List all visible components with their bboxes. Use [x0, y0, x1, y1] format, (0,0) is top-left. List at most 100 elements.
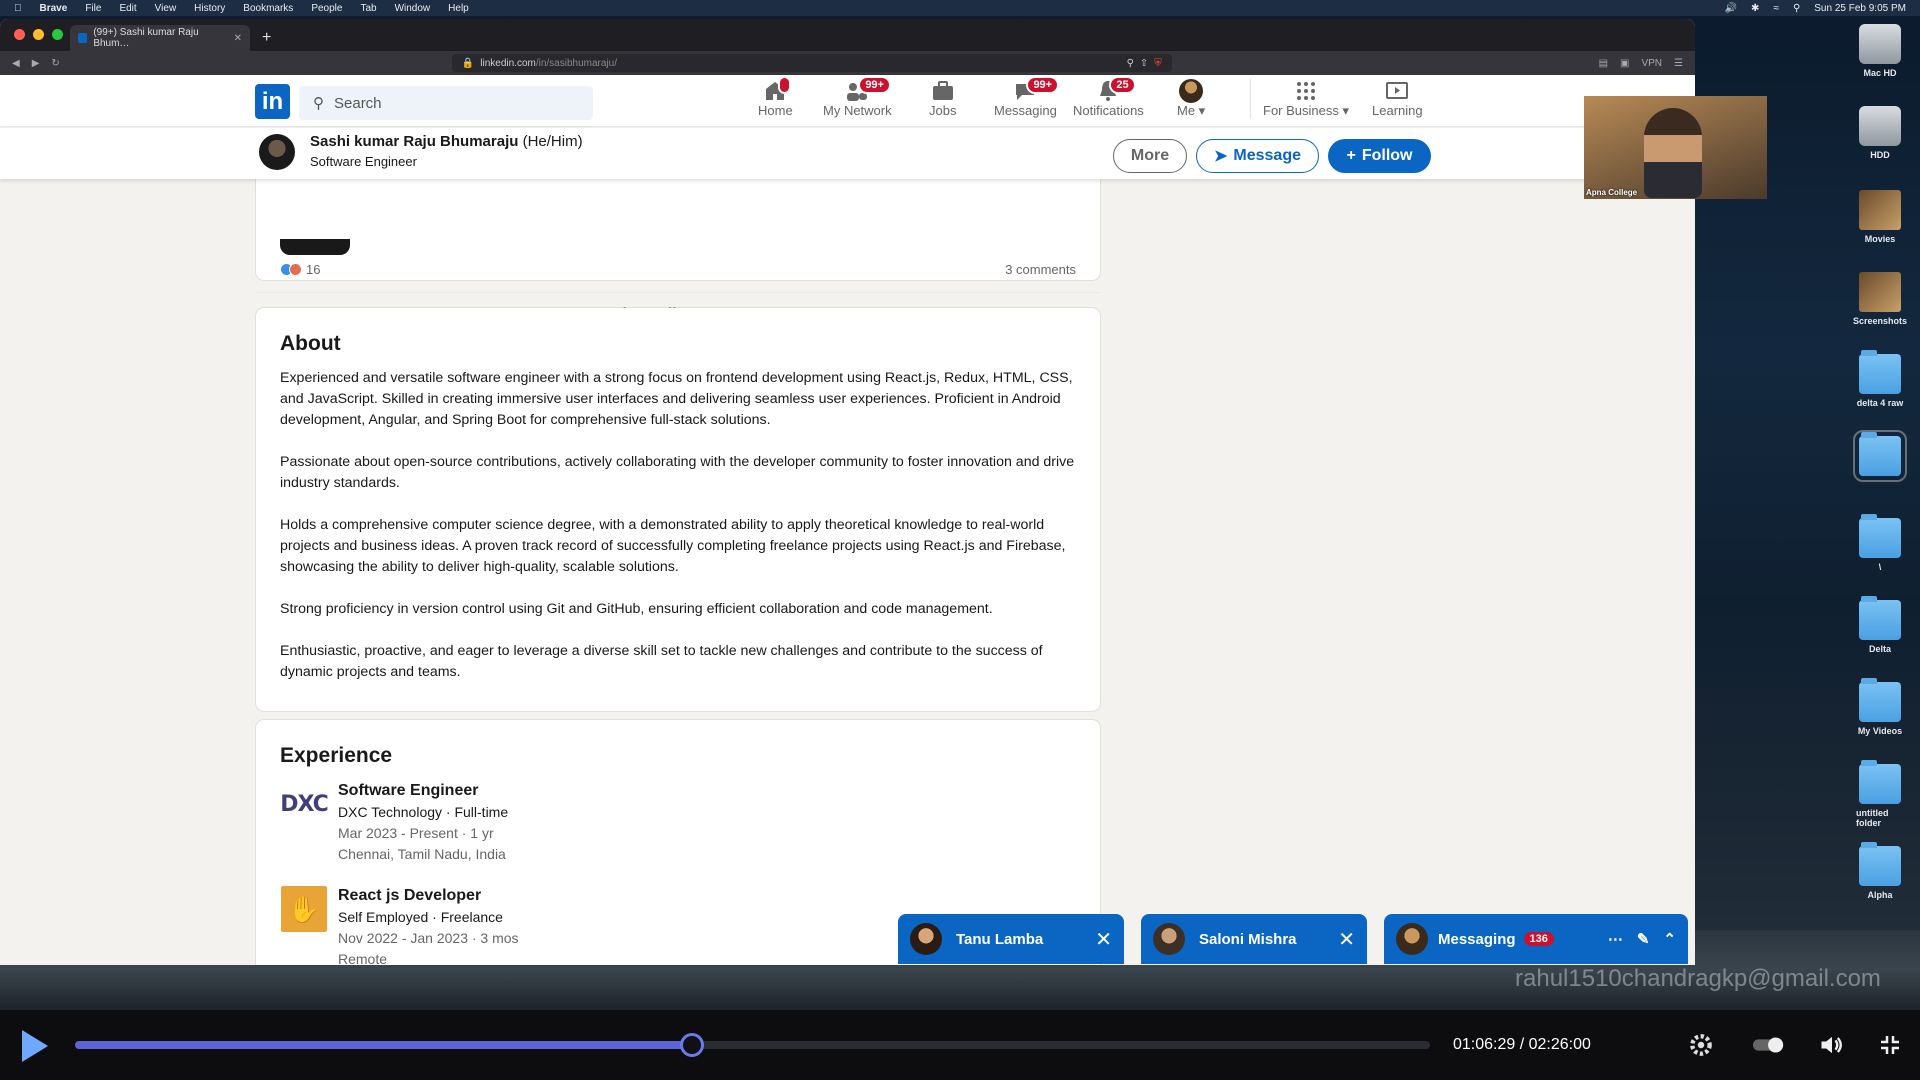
- nav-learning[interactable]: Learning: [1372, 79, 1423, 118]
- handshake-logo-icon: ✋: [280, 885, 328, 933]
- nav-me-label: Me ▾: [1177, 103, 1206, 118]
- close-tab-icon[interactable]: ✕: [234, 33, 242, 44]
- desktop-icon-selected-folder[interactable]: [1853, 430, 1907, 482]
- about-paragraph: Enthusiastic, proactive, and eager to le…: [280, 643, 1043, 680]
- menu-tab[interactable]: Tab: [360, 3, 376, 14]
- zoom-icon[interactable]: ⚲: [1127, 58, 1134, 69]
- folder-icon: [1859, 350, 1901, 394]
- more-options-icon[interactable]: ⋯: [1608, 930, 1623, 948]
- messaging-icon: 99+: [1012, 76, 1060, 103]
- menu-edit[interactable]: Edit: [119, 3, 136, 14]
- seek-bar[interactable]: [75, 1041, 1430, 1049]
- search-placeholder: Search: [334, 94, 382, 112]
- search-input[interactable]: ⚲ Search: [299, 86, 593, 120]
- compose-icon[interactable]: ✎: [1637, 930, 1650, 948]
- apple-icon[interactable]: : [14, 3, 22, 14]
- menu-people[interactable]: People: [311, 3, 342, 14]
- menu-help[interactable]: Help: [448, 3, 469, 14]
- nav-me[interactable]: Me ▾: [1177, 79, 1205, 119]
- forward-icon[interactable]: ▶: [32, 58, 40, 69]
- presenter: [1644, 108, 1702, 198]
- experience-item[interactable]: DXC Software Engineer DXC Technology · F…: [280, 780, 1076, 865]
- toggle-icon[interactable]: [1750, 1030, 1788, 1060]
- browser-menu-icon[interactable]: ☰: [1674, 58, 1683, 69]
- about-paragraph: Strong proficiency in version control us…: [280, 601, 993, 617]
- tab-strip: (99+) Sashi kumar Raju Bhum… ✕ +: [0, 19, 1695, 51]
- new-tab-button[interactable]: +: [262, 29, 271, 47]
- minimize-window-button[interactable]: [33, 29, 44, 40]
- messaging-badge: 99+: [1026, 76, 1060, 94]
- nav-for-business-label: For Business ▾: [1263, 103, 1350, 118]
- back-icon[interactable]: ◀: [12, 58, 20, 69]
- webcam-overlay: Apna College: [1584, 96, 1767, 199]
- desktop-icon-hdd[interactable]: HDD: [1856, 106, 1904, 160]
- wifi-icon[interactable]: ≈: [1773, 3, 1779, 14]
- url-field[interactable]: 🔒 linkedin.com/in/sasibhumaraju/ ⚲ ⇧ ⛨: [451, 54, 1172, 72]
- close-window-button[interactable]: [14, 29, 25, 40]
- bluetooth-icon[interactable]: ✱: [1751, 3, 1759, 14]
- chat-saloni-mishra[interactable]: Saloni Mishra ✕: [1141, 914, 1367, 964]
- nav-my-network-label: My Network: [823, 103, 892, 118]
- menu-app-name[interactable]: Brave: [40, 3, 68, 14]
- volume-icon[interactable]: 🔊: [1725, 3, 1737, 14]
- desktop-icon-untitled-folder[interactable]: untitled folder: [1856, 760, 1904, 828]
- desktop-icon-backslash[interactable]: \: [1856, 514, 1904, 572]
- send-icon: ➤: [1214, 148, 1228, 165]
- reaction-count[interactable]: 16: [280, 262, 320, 277]
- menu-bookmarks[interactable]: Bookmarks: [243, 3, 293, 14]
- browser-tab[interactable]: (99+) Sashi kumar Raju Bhum… ✕: [70, 25, 250, 51]
- messaging-panel[interactable]: Messaging 136 ⋯ ✎ ⌃: [1384, 914, 1688, 964]
- nav-home-label: Home: [758, 103, 793, 118]
- nav-messaging[interactable]: 99+ Messaging: [994, 76, 1060, 118]
- my-avatar: [1396, 923, 1428, 955]
- menu-file[interactable]: File: [85, 3, 101, 14]
- menu-view[interactable]: View: [155, 3, 177, 14]
- desktop-icon-my-videos[interactable]: My Videos: [1856, 678, 1904, 736]
- linkedin-logo[interactable]: in: [255, 84, 290, 119]
- comments-count[interactable]: 3 comments: [1005, 262, 1076, 277]
- desktop-icon-mac-hd[interactable]: Mac HD: [1856, 24, 1904, 78]
- message-button[interactable]: ➤ Message: [1196, 139, 1319, 173]
- desktop-icon-screenshots[interactable]: Screenshots: [1853, 272, 1907, 326]
- follow-button[interactable]: + Follow: [1328, 139, 1431, 173]
- experience-title[interactable]: Software Engineer: [338, 780, 1076, 802]
- reload-icon[interactable]: ↻: [51, 58, 59, 69]
- desktop-icon-delta-4-raw[interactable]: delta 4 raw: [1856, 350, 1904, 408]
- nav-notifications[interactable]: 25 Notifications: [1073, 76, 1144, 118]
- desktop-icon-alpha[interactable]: Alpha: [1856, 842, 1904, 900]
- chevron-up-icon[interactable]: ⌃: [1663, 930, 1676, 948]
- more-button[interactable]: More: [1113, 139, 1187, 173]
- vpn-button[interactable]: VPN: [1641, 58, 1662, 69]
- volume-icon[interactable]: [1817, 1030, 1847, 1060]
- zoom-window-button[interactable]: [52, 29, 63, 40]
- wallet-icon[interactable]: ▣: [1620, 58, 1629, 69]
- post-button-fragment[interactable]: [280, 239, 350, 255]
- brave-shield-icon[interactable]: ⛨: [1154, 58, 1162, 69]
- menu-window[interactable]: Window: [395, 3, 431, 14]
- reaction-number: 16: [306, 262, 321, 277]
- nav-jobs[interactable]: Jobs: [929, 79, 956, 118]
- seek-handle[interactable]: [679, 1033, 704, 1057]
- browser-window: (99+) Sashi kumar Raju Bhum… ✕ + ◀ ▶ ↻ 🔒…: [0, 19, 1695, 965]
- menubar-clock[interactable]: Sun 25 Feb 9:05 PM: [1814, 3, 1906, 14]
- settings-icon[interactable]: [1686, 1030, 1716, 1060]
- search-icon: ⚲: [313, 95, 324, 112]
- close-chat-icon[interactable]: ✕: [1095, 927, 1112, 952]
- experience-location: Chennai, Tamil Nadu, India: [338, 846, 506, 862]
- menu-history[interactable]: History: [194, 3, 225, 14]
- play-button[interactable]: [22, 1030, 48, 1062]
- share-icon[interactable]: ⇧: [1140, 58, 1148, 69]
- nav-for-business[interactable]: For Business ▾: [1250, 79, 1349, 119]
- search-icon[interactable]: ⚲: [1793, 3, 1800, 14]
- profile-avatar[interactable]: [259, 134, 295, 170]
- sidebar-toggle-icon[interactable]: ▤: [1599, 58, 1608, 69]
- desktop-icon-movies[interactable]: Movies: [1856, 190, 1904, 244]
- desktop-icon-delta[interactable]: Delta: [1856, 596, 1904, 654]
- chat-tanu-lamba[interactable]: Tanu Lamba ✕: [898, 914, 1124, 964]
- nav-home[interactable]: Home: [758, 76, 793, 118]
- nav-my-network[interactable]: 99+ My Network: [823, 76, 892, 118]
- close-chat-icon[interactable]: ✕: [1338, 927, 1355, 952]
- experience-title[interactable]: React js Developer: [338, 885, 1076, 907]
- nav-messaging-label: Messaging: [994, 103, 1057, 118]
- exit-fullscreen-icon[interactable]: [1875, 1030, 1905, 1060]
